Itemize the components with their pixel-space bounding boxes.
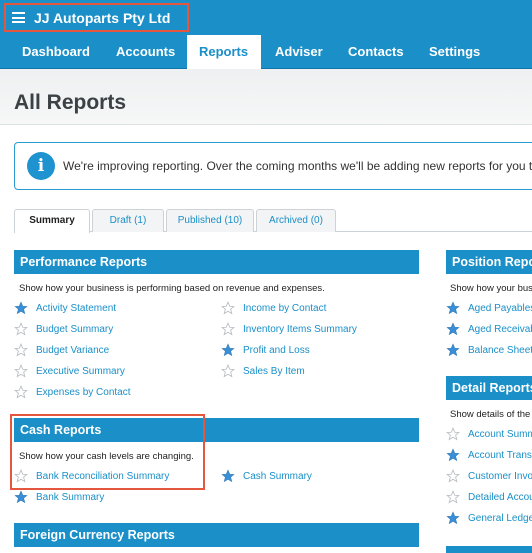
report-link[interactable]: Aged Payables — [446, 300, 532, 316]
performance-reports-header: Performance Reports — [14, 250, 419, 274]
report-link[interactable]: Expenses by Contact — [14, 384, 214, 400]
nav-accounts[interactable]: Accounts — [104, 35, 187, 69]
star-filled-icon[interactable] — [14, 490, 28, 504]
report-link[interactable]: Customer Invo — [446, 468, 532, 484]
tab-published[interactable]: Published (10) — [166, 209, 254, 232]
star-filled-icon[interactable] — [221, 343, 235, 357]
page-title: All Reports — [14, 91, 127, 114]
main-navigation: Dashboard Accounts Reports Adviser Conta… — [0, 35, 532, 69]
highlight-box — [10, 414, 205, 490]
notice-text: We're improving reporting. Over the comi… — [63, 159, 532, 173]
tab-draft[interactable]: Draft (1) — [92, 209, 164, 232]
report-link[interactable]: General Ledge — [446, 510, 532, 526]
nav-reports[interactable]: Reports — [187, 35, 261, 69]
nav-adviser[interactable]: Adviser — [263, 35, 335, 69]
detail-reports-description: Show details of the — [450, 409, 531, 420]
report-tabs: Summary Draft (1) Published (10) Archive… — [14, 209, 532, 233]
report-link[interactable]: Budget Variance — [14, 342, 214, 358]
star-filled-icon[interactable] — [446, 448, 460, 462]
organisation-name: JJ Autoparts Pty Ltd — [34, 9, 171, 26]
report-link[interactable]: Cash Summary — [221, 468, 419, 484]
star-outline-icon[interactable] — [14, 343, 28, 357]
nav-settings[interactable]: Settings — [417, 35, 492, 69]
report-link[interactable]: Budget Summary — [14, 321, 214, 337]
star-outline-icon[interactable] — [221, 322, 235, 336]
organisation-menu[interactable]: JJ Autoparts Pty Ltd — [4, 3, 189, 32]
star-outline-icon[interactable] — [14, 385, 28, 399]
star-outline-icon[interactable] — [221, 301, 235, 315]
report-link[interactable]: Account Transa — [446, 447, 532, 463]
page-header: All Reports — [0, 69, 532, 125]
star-outline-icon[interactable] — [446, 490, 460, 504]
star-outline-icon[interactable] — [14, 322, 28, 336]
report-link[interactable]: Account Summ — [446, 426, 532, 442]
top-bar: JJ Autoparts Pty Ltd — [0, 0, 532, 35]
star-filled-icon[interactable] — [446, 322, 460, 336]
star-filled-icon[interactable] — [446, 301, 460, 315]
report-link[interactable]: Executive Summary — [14, 363, 214, 379]
report-link[interactable]: Bank Summary — [14, 489, 204, 505]
detail-reports-header: Detail Reports — [446, 376, 532, 400]
position-reports-description: Show how your bus — [450, 283, 532, 294]
report-link[interactable]: Detailed Accou — [446, 489, 532, 505]
star-outline-icon[interactable] — [14, 364, 28, 378]
report-link[interactable]: Profit and Loss — [221, 342, 419, 358]
report-link[interactable]: Inventory Items Summary — [221, 321, 419, 337]
performance-reports-description: Show how your business is performing bas… — [19, 283, 325, 294]
report-link[interactable]: Sales By Item — [221, 363, 419, 379]
star-filled-icon[interactable] — [14, 301, 28, 315]
position-reports-header: Position Repo — [446, 250, 532, 274]
report-link[interactable]: Income by Contact — [221, 300, 419, 316]
info-icon: i — [27, 152, 55, 180]
nav-dashboard[interactable]: Dashboard — [10, 35, 102, 69]
nav-contacts[interactable]: Contacts — [336, 35, 416, 69]
report-link[interactable]: Activity Statement — [14, 300, 214, 316]
star-filled-icon[interactable] — [446, 511, 460, 525]
star-outline-icon[interactable] — [446, 427, 460, 441]
menu-icon — [12, 12, 25, 23]
foreign-currency-reports-header: Foreign Currency Reports — [14, 523, 419, 547]
star-filled-icon[interactable] — [446, 343, 460, 357]
star-filled-icon[interactable] — [221, 469, 235, 483]
report-link[interactable]: Aged Receivab — [446, 321, 532, 337]
tab-archived[interactable]: Archived (0) — [256, 209, 336, 232]
tax-reports-header — [446, 546, 532, 553]
star-outline-icon[interactable] — [221, 364, 235, 378]
info-notice: i We're improving reporting. Over the co… — [14, 142, 532, 190]
tab-summary[interactable]: Summary — [14, 209, 90, 233]
star-outline-icon[interactable] — [446, 469, 460, 483]
report-link[interactable]: Balance Sheet — [446, 342, 532, 358]
